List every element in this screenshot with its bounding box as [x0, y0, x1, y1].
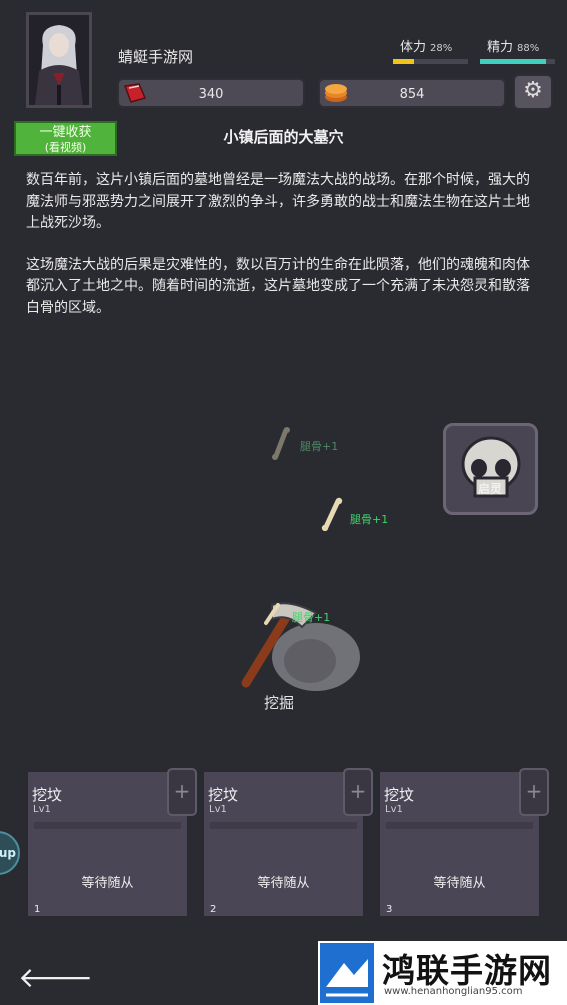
plus-icon: +	[525, 779, 543, 803]
stamina-bar	[393, 59, 468, 64]
slot-divider	[210, 822, 357, 829]
add-follower-button[interactable]: +	[343, 768, 373, 816]
watermark-title: 鸿联手游网	[382, 951, 552, 990]
bone-icon	[272, 427, 290, 460]
character-portrait-art	[29, 15, 89, 105]
slot-status: 等待随从	[433, 876, 486, 891]
slot-number: 2	[210, 904, 217, 915]
spirit-bar	[480, 59, 555, 64]
slot-level: Lv1	[33, 804, 51, 815]
follower-slot-2[interactable]: 挖坟 Lv1 等待随从 2 +	[202, 768, 373, 918]
coins-count: 854	[399, 87, 425, 102]
side-tab-button[interactable]: up	[0, 831, 20, 875]
gear-icon: ⚙	[523, 78, 543, 103]
scene-title: 小镇后面的大墓穴	[223, 128, 344, 146]
stamina-stat: 体力 28%	[400, 36, 452, 55]
spirit-stat: 精力 88%	[487, 36, 539, 55]
add-follower-button[interactable]: +	[519, 768, 549, 816]
character-portrait[interactable]	[26, 12, 92, 108]
drop-label: 腿骨+1	[350, 513, 389, 526]
stamina-percent: 28%	[430, 43, 453, 54]
spirit-percent: 88%	[517, 43, 540, 54]
story-paragraph: 这场魔法大战的后果是灾难性的，数以百万计的生命在此陨落，他们的魂魄和肉体都沉入了…	[26, 256, 530, 316]
spirit-bar-fill	[480, 59, 546, 64]
username: 蜻蜓手游网	[118, 48, 194, 66]
slot-level: Lv1	[209, 804, 227, 815]
story-paragraph: 数百年前，这片小镇后面的墓地曾经是一场魔法大战的战场。在那个时候，强大的魔法师与…	[26, 172, 530, 231]
stamina-bar-fill	[393, 59, 414, 64]
follower-slot-1[interactable]: 挖坟 Lv1 等待随从 1 +	[26, 768, 197, 918]
slot-divider	[34, 822, 181, 829]
summon-label: 启灵	[478, 482, 503, 496]
slot-status: 等待随从	[257, 876, 310, 891]
slot-name: 挖坟	[32, 786, 63, 804]
scene-description: 数百年前，这片小镇后面的墓地曾经是一场魔法大战的战场。在那个时候，强大的魔法师与…	[26, 170, 538, 339]
slot-level: Lv1	[385, 804, 403, 815]
slot-divider	[386, 822, 533, 829]
dig-label: 挖掘	[264, 694, 295, 712]
plus-icon: +	[173, 779, 191, 803]
coins-resource[interactable]: 854	[318, 78, 506, 108]
add-follower-button[interactable]: +	[167, 768, 197, 816]
drop-label: 腿骨+1	[300, 440, 339, 453]
spirit-label: 精力	[487, 40, 514, 55]
slot-name: 挖坟	[208, 786, 239, 804]
back-arrow-icon[interactable]: 🡐	[18, 960, 93, 994]
settings-button[interactable]: ⚙	[513, 74, 553, 110]
drop-label: 腿骨+1	[292, 611, 331, 624]
follower-slot-3[interactable]: 挖坟 Lv1 等待随从 3 +	[378, 768, 549, 918]
slot-name: 挖坟	[384, 786, 415, 804]
plus-icon: +	[349, 779, 367, 803]
books-count: 340	[198, 87, 224, 102]
slot-number: 3	[386, 904, 393, 915]
watermark-logo	[320, 943, 374, 1003]
summon-button[interactable]	[443, 423, 538, 515]
bone-icon[interactable]	[318, 497, 346, 531]
stamina-label: 体力	[400, 40, 427, 55]
slot-number: 1	[34, 904, 41, 915]
slot-status: 等待随从	[81, 876, 134, 891]
watermark-url: www.henanhonglian95.com	[384, 986, 523, 997]
books-resource[interactable]: 340	[117, 78, 305, 108]
